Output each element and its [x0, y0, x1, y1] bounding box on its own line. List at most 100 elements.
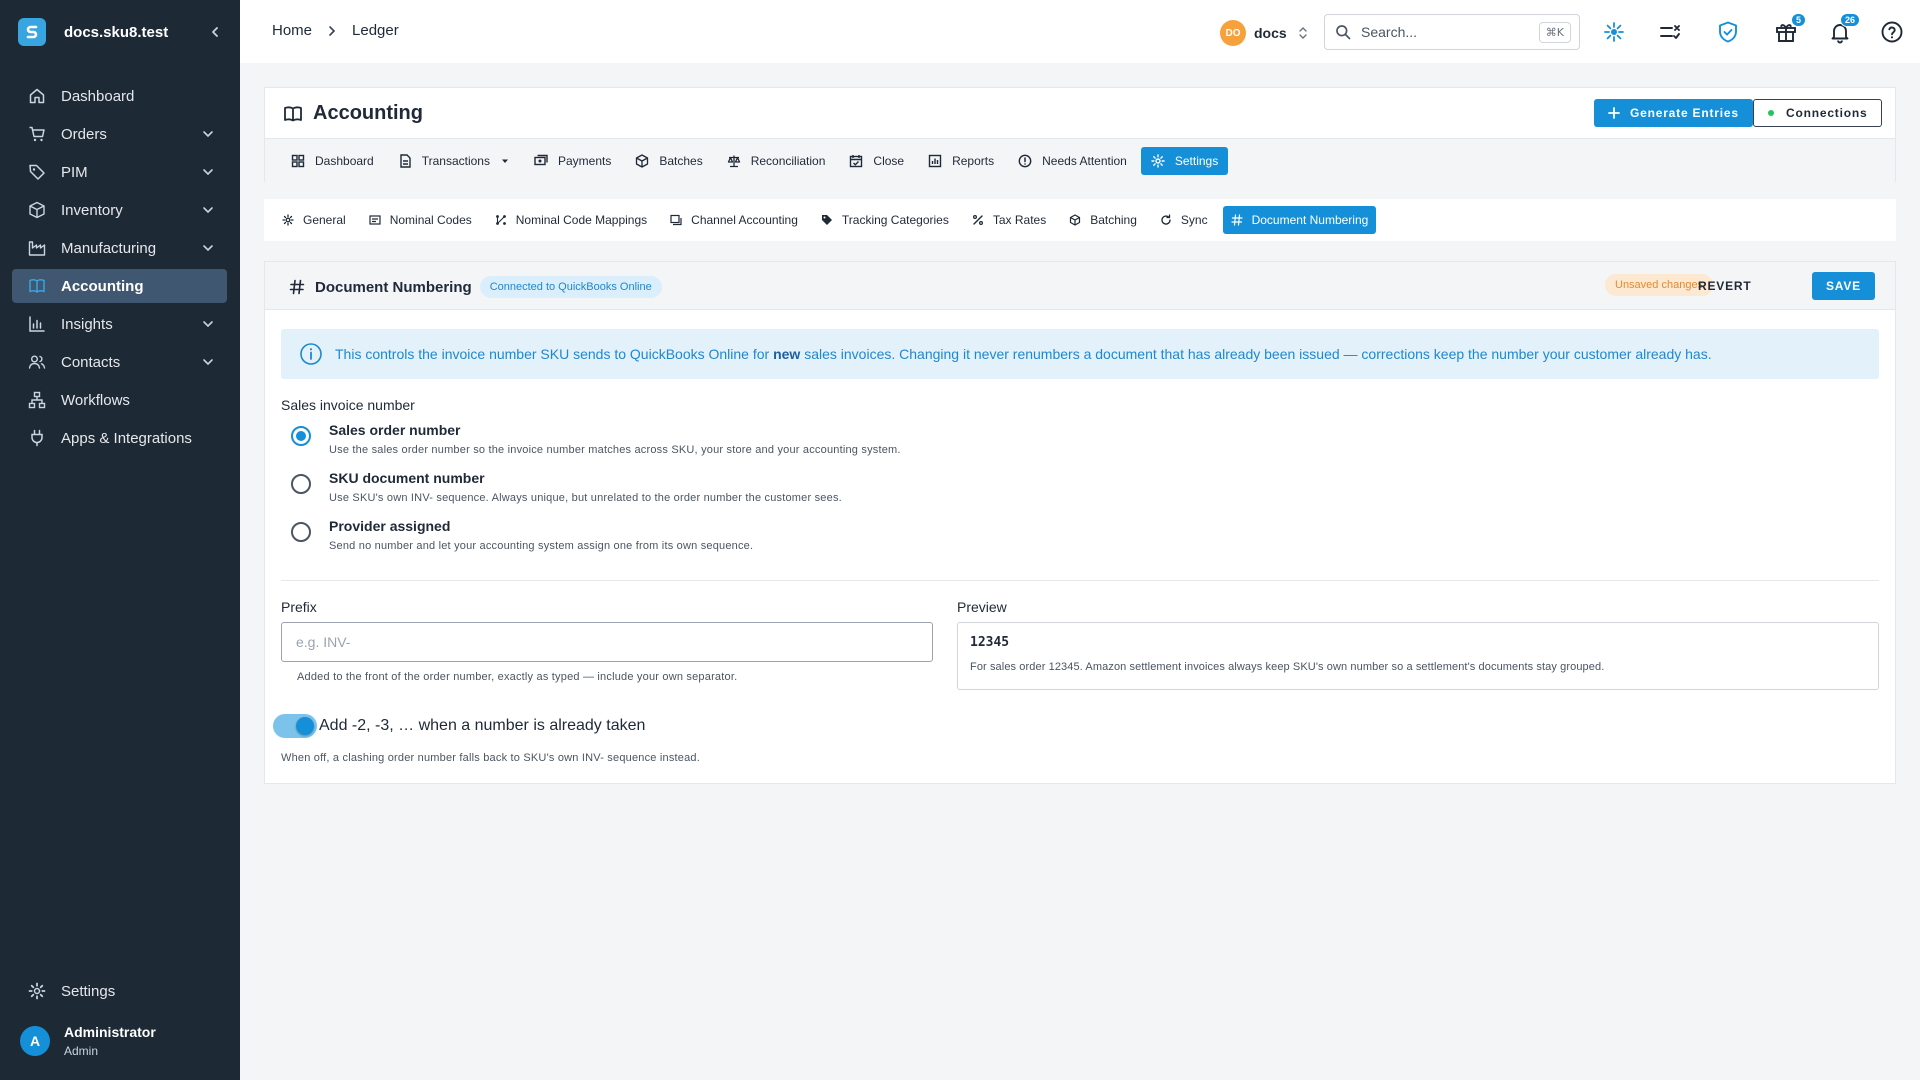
sidebar-item-settings[interactable]: Settings [12, 974, 227, 1008]
app-logo-icon[interactable] [18, 18, 46, 46]
grid-icon [291, 154, 305, 167]
breadcrumb: Home Ledger [272, 22, 399, 39]
org-switcher[interactable]: DO docs [1220, 20, 1309, 46]
subtab-nominal-codes[interactable]: Nominal Codes [361, 206, 480, 234]
gear-icon [28, 982, 46, 1000]
bell-icon[interactable]: 26 [1828, 13, 1860, 44]
search-box[interactable]: Search... ⌘K [1324, 14, 1580, 50]
shield-icon[interactable] [1716, 20, 1740, 44]
tab-reconciliation[interactable]: Reconciliation [717, 147, 836, 175]
tab-dashboard[interactable]: Dashboard [281, 147, 384, 175]
save-button[interactable]: SAVE [1812, 272, 1875, 300]
sidebar-item-workflows[interactable]: Workflows [12, 383, 227, 417]
user-profile[interactable]: A Administrator Admin [20, 1024, 156, 1058]
plus-icon [1608, 107, 1620, 119]
subtab-label: Batching [1090, 213, 1137, 227]
radio-provider-assigned[interactable] [291, 522, 311, 542]
chevron-down-icon [203, 131, 213, 138]
radio-sales-order-number[interactable] [291, 426, 311, 446]
sidebar-item-label: Inventory [61, 201, 123, 219]
tab-reports[interactable]: Reports [918, 147, 1004, 175]
alert-circle-icon [1018, 154, 1032, 167]
tab-batches[interactable]: Batches [625, 147, 712, 175]
sidebar-item-label: Settings [61, 982, 116, 1000]
tab-transactions[interactable]: Transactions [388, 147, 520, 175]
home-icon [29, 88, 45, 104]
connections-label: Connections [1786, 106, 1868, 120]
subtab-nominal-code-mappings[interactable]: Nominal Code Mappings [487, 206, 655, 234]
sidebar-nav: Dashboard Orders PIM Inventory Manufactu… [12, 79, 227, 459]
connections-button[interactable]: Connections [1753, 99, 1883, 127]
tab-close[interactable]: Close [839, 147, 914, 175]
sidebar-item-insights[interactable]: Insights [12, 307, 227, 341]
hash-icon [289, 279, 305, 295]
sync-icon [1161, 214, 1171, 225]
prefix-input[interactable] [281, 622, 933, 662]
preview-label: Preview [957, 599, 1007, 615]
subtab-general[interactable]: General [274, 206, 354, 234]
tab-payments[interactable]: Payments [524, 147, 621, 175]
sidebar-item-label: Contacts [61, 353, 121, 371]
prefix-helper: Added to the front of the order number, … [297, 671, 738, 683]
option-title: Provider assigned [329, 518, 451, 534]
panel-title-text: Document Numbering [315, 278, 472, 296]
subtab-label: Document Numbering [1251, 213, 1369, 227]
sidebar-item-apps-integrations[interactable]: Apps & Integrations [12, 421, 227, 455]
sidebar-item-accounting[interactable]: Accounting [12, 269, 227, 303]
book-icon [284, 105, 302, 121]
breadcrumb-home[interactable]: Home [272, 22, 312, 39]
gift-icon[interactable]: 5 [1774, 13, 1806, 44]
option-description: Use SKU's own INV- sequence. Always uniq… [329, 492, 842, 504]
cart-icon [29, 126, 45, 142]
sidebar-item-contacts[interactable]: Contacts [12, 345, 227, 379]
suffix-toggle[interactable] [273, 714, 317, 738]
help-icon[interactable] [1880, 20, 1904, 44]
radio-sku-document-number[interactable] [291, 474, 311, 494]
tab-needs-attention[interactable]: Needs Attention [1008, 147, 1137, 175]
hash-icon [1230, 214, 1243, 226]
subtab-tracking-categories[interactable]: Tracking Categories [813, 206, 957, 234]
revert-button[interactable]: REVERT [1686, 272, 1763, 300]
subtab-channel-accounting[interactable]: Channel Accounting [662, 206, 806, 234]
subtab-label: Tracking Categories [841, 213, 949, 227]
sidebar-item-manufacturing[interactable]: Manufacturing [12, 231, 227, 265]
sidebar-item-pim[interactable]: PIM [12, 155, 227, 189]
subtab-document-numbering[interactable]: Document Numbering [1222, 206, 1377, 234]
sidebar-item-dashboard[interactable]: Dashboard [12, 79, 227, 113]
search-input[interactable]: Search... [1361, 24, 1539, 40]
search-shortcut: ⌘K [1538, 21, 1571, 43]
subtab-sync[interactable]: Sync [1152, 206, 1216, 234]
panel-header: Document Numbering Connected to QuickBoo… [265, 262, 1895, 310]
prefix-label: Prefix [281, 599, 317, 615]
ai-sparkle-icon[interactable] [1602, 20, 1626, 44]
subtab-tax-rates[interactable]: Tax Rates [964, 206, 1054, 234]
compare-icon[interactable] [1658, 20, 1682, 44]
panel-title: Document Numbering Connected to QuickBoo… [289, 276, 662, 298]
user-role: Admin [64, 1044, 99, 1058]
option-provider-assigned[interactable]: Provider assigned Send no number and let… [291, 518, 753, 552]
sidebar-item-orders[interactable]: Orders [12, 117, 227, 151]
gear-icon [1151, 153, 1165, 168]
chevron-down-icon [203, 169, 213, 176]
option-title: SKU document number [329, 470, 485, 486]
calendar-check-icon [850, 154, 863, 167]
page-title-text: Accounting [313, 102, 423, 124]
subtab-batching[interactable]: Batching [1061, 206, 1145, 234]
collapse-sidebar-icon[interactable] [207, 24, 223, 40]
org-avatar: DO [1220, 20, 1246, 46]
workspace-name: docs.sku8.test [64, 23, 169, 41]
option-sales-order-number[interactable]: Sales order number Use the sales order n… [291, 422, 901, 456]
option-title: Sales order number [329, 422, 461, 438]
channel-icon [670, 214, 682, 226]
subtab-label: Nominal Code Mappings [515, 213, 648, 227]
sidebar-item-label: PIM [61, 163, 88, 181]
percent-icon [972, 215, 983, 225]
option-sku-document-number[interactable]: SKU document number Use SKU's own INV- s… [291, 470, 842, 504]
sidebar-item-inventory[interactable]: Inventory [12, 193, 227, 227]
sidebar: docs.sku8.test Dashboard Orders PIM Inve… [0, 0, 240, 1080]
avatar: A [20, 1026, 50, 1056]
tab-settings[interactable]: Settings [1140, 146, 1229, 175]
payments-icon [534, 154, 548, 165]
generate-entries-button[interactable]: Generate Entries [1594, 99, 1753, 127]
chevron-down-icon [203, 207, 213, 214]
